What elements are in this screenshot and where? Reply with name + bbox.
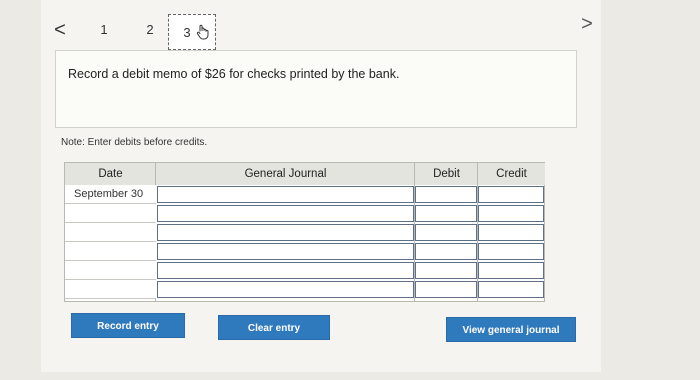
debit-column-header: Debit	[415, 163, 478, 185]
record-entry-button[interactable]: Record entry	[71, 313, 185, 338]
step-3-label: 3	[183, 25, 191, 40]
next-arrow-icon[interactable]: >	[577, 12, 597, 36]
clear-entry-button[interactable]: Clear entry	[218, 315, 330, 340]
general-journal-column-header: General Journal	[156, 163, 415, 185]
debit-input[interactable]	[415, 281, 477, 298]
date-cell: September 30	[65, 185, 156, 204]
step-3-current[interactable]: 3	[168, 14, 216, 50]
view-general-journal-button[interactable]: View general journal	[446, 317, 576, 342]
credit-input[interactable]	[478, 243, 544, 260]
debit-input[interactable]	[415, 243, 477, 260]
question-text: Record a debit memo of $26 for checks pr…	[68, 67, 400, 81]
debit-input[interactable]	[415, 262, 477, 279]
debit-input[interactable]	[415, 224, 477, 241]
credit-input[interactable]	[478, 281, 544, 298]
account-input[interactable]	[157, 281, 414, 298]
account-input[interactable]	[157, 205, 414, 222]
credit-input[interactable]	[478, 205, 544, 222]
credit-input[interactable]	[478, 262, 544, 279]
date-cell	[65, 280, 156, 299]
credit-column-header: Credit	[478, 163, 545, 185]
debit-input[interactable]	[415, 186, 477, 203]
account-input[interactable]	[157, 262, 414, 279]
date-column-header: Date	[65, 163, 156, 185]
previous-arrow-icon[interactable]: <	[50, 18, 70, 42]
date-cell	[65, 223, 156, 242]
credit-input[interactable]	[478, 186, 544, 203]
date-cell	[65, 242, 156, 261]
debit-input[interactable]	[415, 205, 477, 222]
step-1-link[interactable]: 1	[97, 20, 111, 40]
question-box: Record a debit memo of $26 for checks pr…	[55, 50, 577, 128]
date-cell	[65, 204, 156, 223]
journal-entry-table: Date General Journal Debit Credit Septem…	[64, 162, 545, 302]
hand-pointer-icon	[196, 24, 209, 40]
step-2-link[interactable]: 2	[143, 20, 157, 40]
account-input[interactable]	[157, 243, 414, 260]
account-input[interactable]	[157, 186, 414, 203]
date-cell	[65, 261, 156, 280]
credit-input[interactable]	[478, 224, 544, 241]
instruction-note: Note: Enter debits before credits.	[61, 137, 208, 148]
account-input[interactable]	[157, 224, 414, 241]
